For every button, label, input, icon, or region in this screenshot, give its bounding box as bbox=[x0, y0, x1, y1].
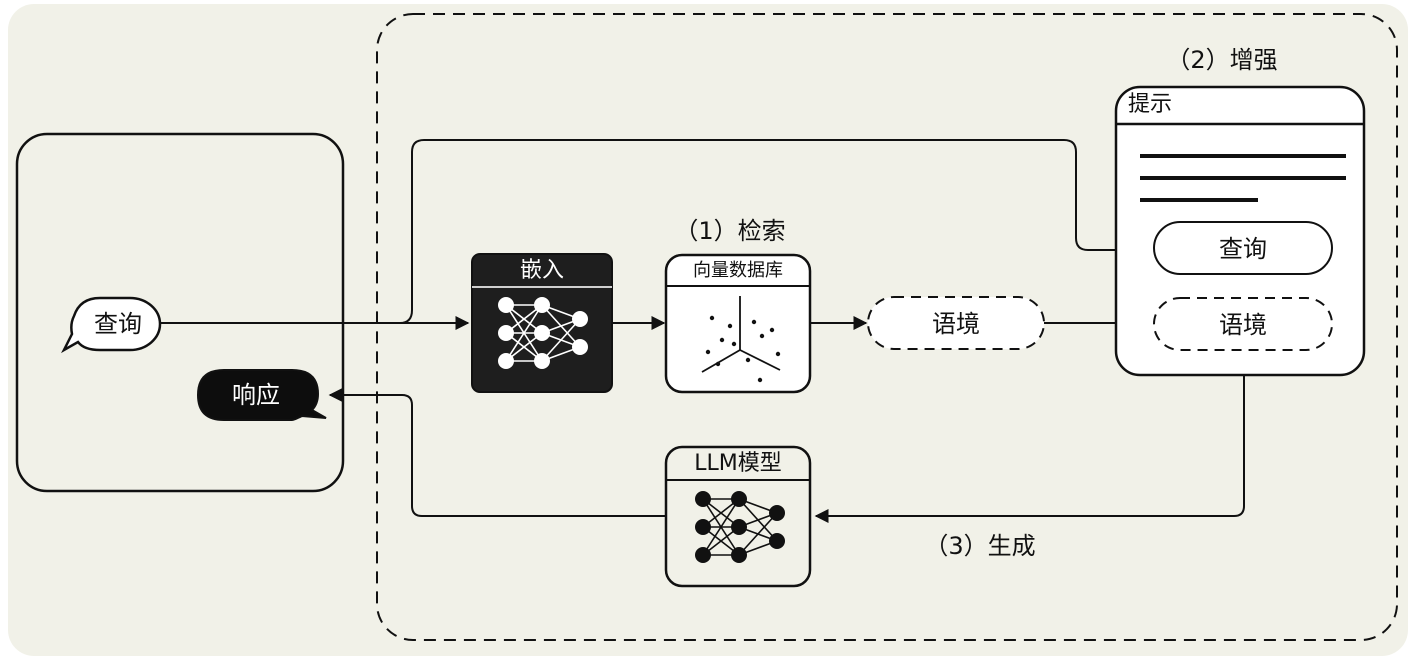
scatter-dot bbox=[745, 357, 751, 363]
network-node bbox=[731, 491, 747, 507]
scatter-dot bbox=[775, 351, 781, 357]
scatter-dot bbox=[751, 319, 757, 325]
embedding-title: 嵌入 bbox=[519, 258, 565, 283]
generation-step-label: （3）生成 bbox=[924, 532, 1036, 560]
network-node bbox=[695, 519, 711, 535]
rag-diagram-canvas bbox=[8, 4, 1408, 656]
network-node bbox=[769, 505, 785, 521]
network-node bbox=[572, 339, 588, 355]
network-node bbox=[731, 547, 747, 563]
scatter-dot bbox=[719, 337, 725, 343]
network-node bbox=[534, 297, 550, 313]
retrieval-step-label: （1）检索 bbox=[674, 217, 786, 245]
response-label: 响应 bbox=[232, 381, 280, 409]
context-label: 语境 bbox=[932, 310, 980, 338]
network-node bbox=[534, 325, 550, 341]
user-query-label: 查询 bbox=[94, 310, 142, 338]
network-node bbox=[695, 547, 711, 563]
network-node bbox=[769, 533, 785, 549]
network-node bbox=[498, 353, 514, 369]
network-node bbox=[534, 353, 550, 369]
llm-title: LLM模型 bbox=[694, 451, 782, 476]
network-node bbox=[731, 519, 747, 535]
scatter-dot bbox=[757, 377, 763, 383]
scatter-dot bbox=[769, 327, 775, 333]
scatter-dot bbox=[709, 315, 715, 321]
user-panel bbox=[15, 132, 345, 493]
augment-step-label: （2）增强 bbox=[1166, 46, 1278, 74]
network-node bbox=[498, 325, 514, 341]
prompt-context-label: 语境 bbox=[1219, 311, 1267, 339]
scatter-dot bbox=[715, 361, 721, 367]
scatter-dot bbox=[759, 333, 765, 339]
scatter-dot bbox=[705, 349, 711, 355]
network-node bbox=[498, 297, 514, 313]
prompt-title: 提示 bbox=[1128, 92, 1173, 117]
prompt-query-label: 查询 bbox=[1219, 235, 1267, 263]
network-node bbox=[695, 491, 711, 507]
scatter-dot bbox=[731, 341, 737, 347]
scatter-dot bbox=[727, 323, 733, 329]
network-node bbox=[572, 311, 588, 327]
vector-db-title: 向量数据库 bbox=[693, 260, 783, 281]
